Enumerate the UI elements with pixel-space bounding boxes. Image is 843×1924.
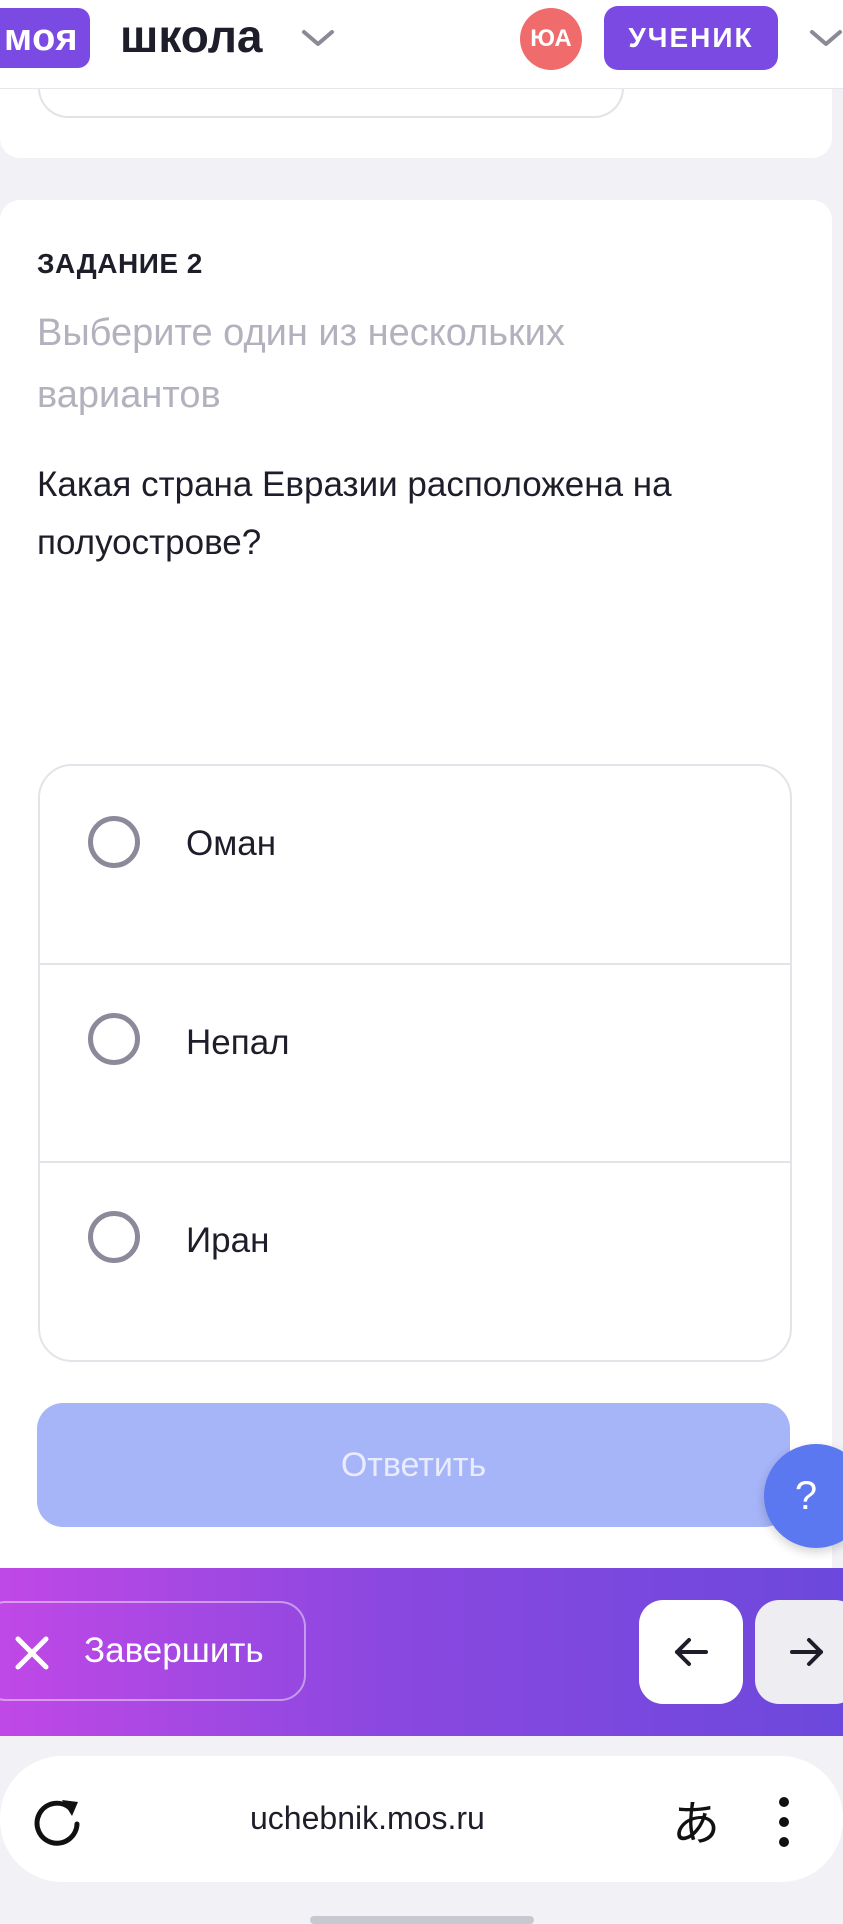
answer-button[interactable]: Ответить: [37, 1403, 790, 1527]
finish-label: Завершить: [84, 1631, 264, 1670]
answer-option[interactable]: Иран: [40, 1161, 790, 1360]
top-header: моя школа ЮА УЧЕНИК: [0, 0, 843, 89]
more-icon[interactable]: [776, 1796, 792, 1848]
translate-icon[interactable]: あ: [672, 1784, 720, 1854]
answer-option[interactable]: Непал: [40, 963, 790, 1162]
finish-button[interactable]: Завершить: [0, 1601, 306, 1701]
url-field[interactable]: uchebnik.mos.ru: [250, 1800, 485, 1837]
next-button[interactable]: [755, 1600, 843, 1704]
logo-shkola[interactable]: школа: [120, 6, 263, 66]
question-text: Какая страна Евразии расположена на полу…: [37, 465, 672, 562]
reload-icon[interactable]: [32, 1794, 84, 1848]
role-button[interactable]: УЧЕНИК: [604, 6, 778, 70]
option-label: Иран: [186, 1221, 270, 1260]
arrow-left-icon: [675, 1638, 708, 1666]
radio-button[interactable]: [88, 1013, 140, 1065]
task-hint: Выберите один из нескольких вариантов: [37, 312, 565, 416]
prev-button[interactable]: [639, 1600, 743, 1704]
option-label: Непал: [186, 1023, 290, 1062]
browser-address-bar: uchebnik.mos.ru あ: [0, 1756, 843, 1882]
radio-button[interactable]: [88, 816, 140, 868]
option-label: Оман: [186, 824, 277, 863]
answer-option[interactable]: Оман: [40, 766, 790, 963]
chevron-down-icon[interactable]: [300, 26, 336, 50]
close-icon: [15, 1636, 49, 1670]
answer-options: Оман Непал Иран: [38, 764, 792, 1362]
task-label: ЗАДАНИЕ 2: [37, 248, 203, 279]
logo-moya[interactable]: моя: [0, 8, 90, 68]
avatar[interactable]: ЮА: [520, 8, 582, 70]
chevron-down-icon[interactable]: [808, 26, 843, 50]
radio-button[interactable]: [88, 1211, 140, 1263]
home-indicator: [310, 1916, 534, 1924]
bottom-nav-bar: Завершить: [0, 1568, 843, 1736]
arrow-right-icon: [790, 1638, 823, 1666]
